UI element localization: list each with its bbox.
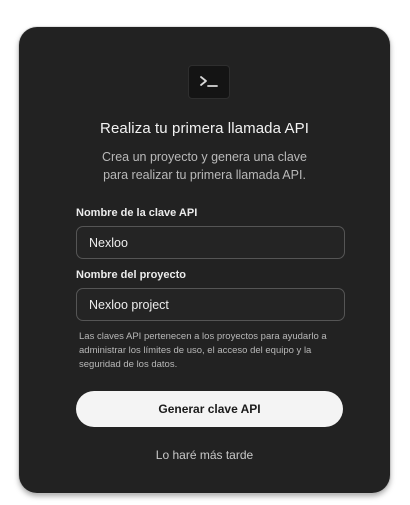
subtitle-line-2: para realizar tu primera llamada API. [103, 168, 306, 182]
dialog-subtitle: Crea un proyecto y genera una clave para… [59, 148, 350, 184]
api-key-name-label: Nombre de la clave API [76, 207, 198, 219]
do-it-later-link[interactable]: Lo haré más tarde [19, 448, 390, 462]
subtitle-line-1: Crea un proyecto y genera una clave [102, 150, 307, 164]
project-name-label: Nombre del proyecto [76, 269, 187, 281]
help-text: Las claves API pertenecen a los proyecto… [79, 331, 327, 370]
api-key-name-input[interactable] [76, 226, 345, 259]
terminal-icon [188, 65, 230, 99]
project-name-input[interactable] [76, 288, 345, 321]
dialog-title: Realiza tu primera llamada API [100, 120, 309, 137]
generate-api-key-button[interactable]: Generar clave API [76, 391, 343, 427]
api-key-dialog: Realiza tu primera llamada API Crea un p… [19, 27, 390, 493]
